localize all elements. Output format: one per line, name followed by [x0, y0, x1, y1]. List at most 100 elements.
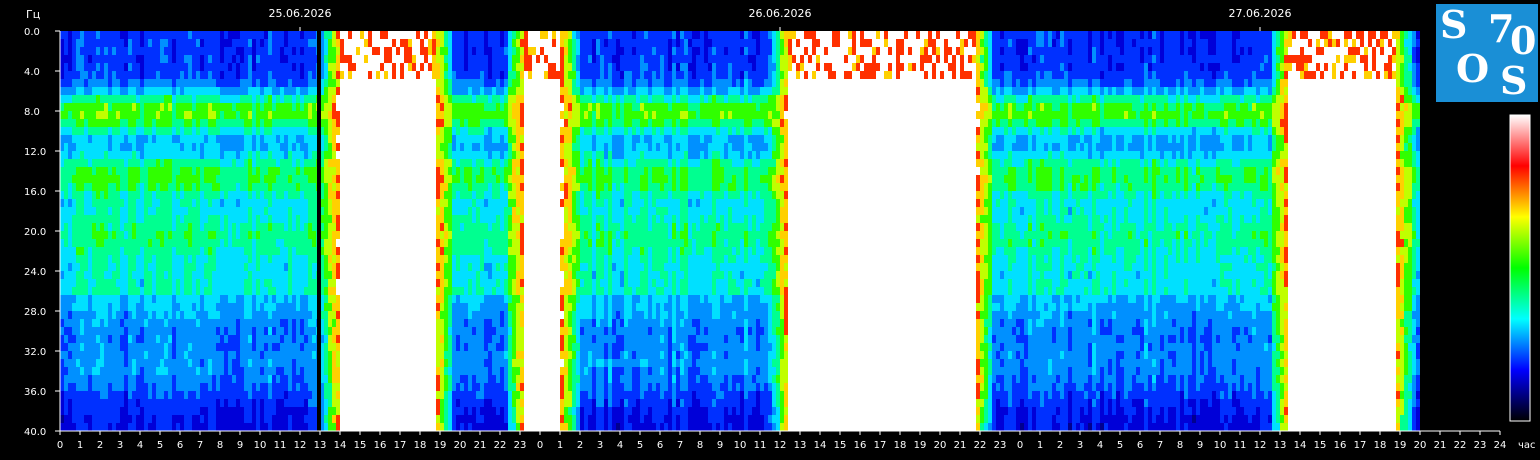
heatmap-cell: [440, 367, 444, 375]
heatmap-cell: [420, 407, 424, 415]
heatmap-cell: [404, 47, 408, 55]
heatmap-cell: [412, 359, 416, 367]
heatmap-cell: [352, 335, 356, 343]
heatmap-cell: [156, 183, 160, 191]
heatmap-cell: [264, 151, 268, 159]
heatmap-cell: [60, 207, 64, 215]
heatmap-cell: [240, 63, 244, 71]
heatmap-cell: [136, 87, 140, 95]
heatmap-cell: [124, 335, 128, 343]
heatmap-cell: [252, 367, 256, 375]
heatmap-cell: [396, 367, 400, 375]
heatmap-cell: [212, 151, 216, 159]
heatmap-cell: [348, 199, 352, 207]
heatmap-cell: [112, 351, 116, 359]
heatmap-cell: [276, 367, 280, 375]
heatmap-cell: [336, 351, 340, 359]
heatmap-cell: [80, 295, 84, 303]
heatmap-cell: [128, 319, 132, 327]
heatmap-cell: [60, 247, 64, 255]
heatmap-cell: [88, 375, 92, 383]
heatmap-cell: [436, 295, 440, 303]
heatmap-cell: [180, 287, 184, 295]
heatmap-cell: [236, 47, 240, 55]
heatmap-cell: [376, 183, 380, 191]
heatmap-cell: [124, 351, 128, 359]
heatmap-cell: [340, 263, 344, 271]
heatmap-cell: [96, 271, 100, 279]
heatmap-cell: [264, 335, 268, 343]
heatmap-cell: [184, 343, 188, 351]
heatmap-cell: [288, 207, 292, 215]
heatmap-cell: [288, 359, 292, 367]
heatmap-cell: [236, 319, 240, 327]
heatmap-cell: [420, 271, 424, 279]
heatmap-cell: [324, 335, 328, 343]
heatmap-cell: [140, 407, 144, 415]
heatmap-cell: [220, 175, 224, 183]
heatmap-cell: [408, 199, 412, 207]
heatmap-cell: [208, 39, 212, 47]
heatmap-cell: [200, 31, 204, 39]
heatmap-cell: [244, 263, 248, 271]
heatmap-cell: [336, 79, 340, 87]
heatmap-cell: [128, 79, 132, 87]
heatmap-cell: [352, 255, 356, 263]
heatmap-cell: [80, 383, 84, 391]
heatmap-cell: [424, 127, 428, 135]
heatmap-cell: [156, 191, 160, 199]
heatmap-cell: [424, 215, 428, 223]
heatmap-cell: [140, 375, 144, 383]
heatmap-cell: [296, 279, 300, 287]
heatmap-cell: [280, 311, 284, 319]
heatmap-cell: [376, 407, 380, 415]
heatmap-cell: [152, 183, 156, 191]
heatmap-cell: [392, 351, 396, 359]
heatmap-cell: [372, 247, 376, 255]
heatmap-cell: [64, 423, 68, 431]
heatmap-cell: [272, 103, 276, 111]
heatmap-cell: [160, 303, 164, 311]
heatmap-cell: [196, 407, 200, 415]
heatmap-cell: [304, 247, 308, 255]
heatmap-cell: [224, 247, 228, 255]
heatmap-cell: [64, 399, 68, 407]
heatmap-cell: [152, 95, 156, 103]
heatmap-cell: [344, 159, 348, 167]
heatmap-cell: [336, 63, 340, 71]
heatmap-cell: [176, 367, 180, 375]
heatmap-cell: [344, 351, 348, 359]
heatmap-cell: [444, 263, 448, 271]
heatmap-cell: [324, 303, 328, 311]
heatmap-cell: [72, 71, 76, 79]
heatmap-cell: [424, 351, 428, 359]
heatmap-cell: [128, 119, 132, 127]
heatmap-cell: [456, 143, 460, 151]
heatmap-cell: [324, 159, 328, 167]
heatmap-cell: [104, 391, 108, 399]
heatmap-cell: [388, 383, 392, 391]
heatmap-cell: [360, 335, 364, 343]
heatmap-cell: [132, 223, 136, 231]
heatmap-cell: [348, 239, 352, 247]
heatmap-cell: [108, 247, 112, 255]
heatmap-cell: [156, 31, 160, 39]
heatmap-cell: [220, 111, 224, 119]
heatmap-cell: [148, 343, 152, 351]
heatmap-cell: [448, 39, 452, 47]
heatmap-cell: [328, 87, 332, 95]
heatmap-cell: [344, 175, 348, 183]
heatmap-cell: [212, 335, 216, 343]
heatmap-cell: [300, 271, 304, 279]
heatmap-cell: [280, 71, 284, 79]
heatmap-cell: [332, 391, 336, 399]
heatmap-cell: [284, 175, 288, 183]
heatmap-cell: [456, 79, 460, 87]
heatmap-cell: [196, 367, 200, 375]
heatmap-cell: [372, 327, 376, 335]
heatmap-cell: [152, 375, 156, 383]
heatmap-cell: [368, 407, 372, 415]
heatmap-cell: [308, 223, 312, 231]
heatmap-cell: [456, 87, 460, 95]
heatmap-cell: [304, 311, 308, 319]
